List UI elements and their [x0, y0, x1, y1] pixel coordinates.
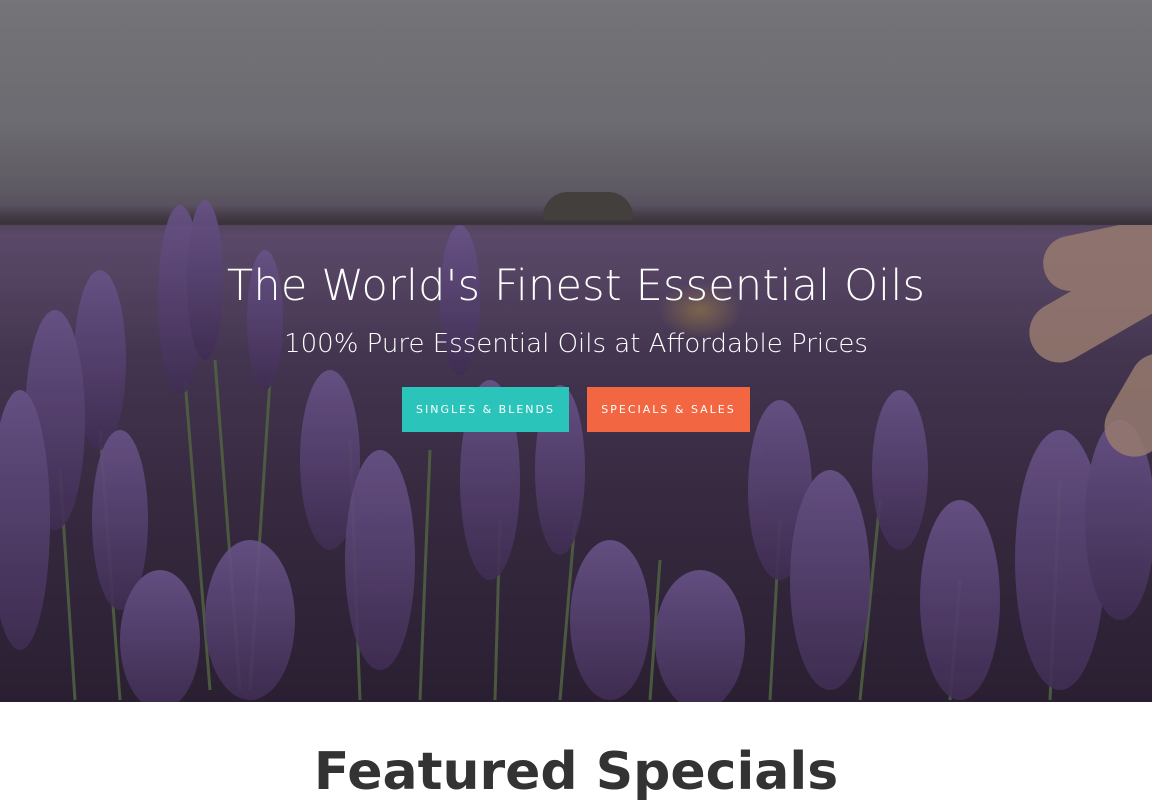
hero-title: The World's Finest Essential Oils — [226, 261, 926, 311]
featured-specials-heading: Featured Specials — [313, 742, 839, 802]
hero-content: The World's Finest Essential Oils 100% P… — [0, 258, 1152, 432]
hero-buttons: SINGLES & BLENDS SPECIALS & SALES — [0, 387, 1152, 432]
hero-banner: The World's Finest Essential Oils 100% P… — [0, 0, 1152, 702]
singles-blends-button[interactable]: SINGLES & BLENDS — [402, 387, 569, 432]
specials-sales-button[interactable]: SPECIALS & SALES — [587, 387, 750, 432]
hero-subtitle: 100% Pure Essential Oils at Affordable P… — [284, 329, 868, 359]
